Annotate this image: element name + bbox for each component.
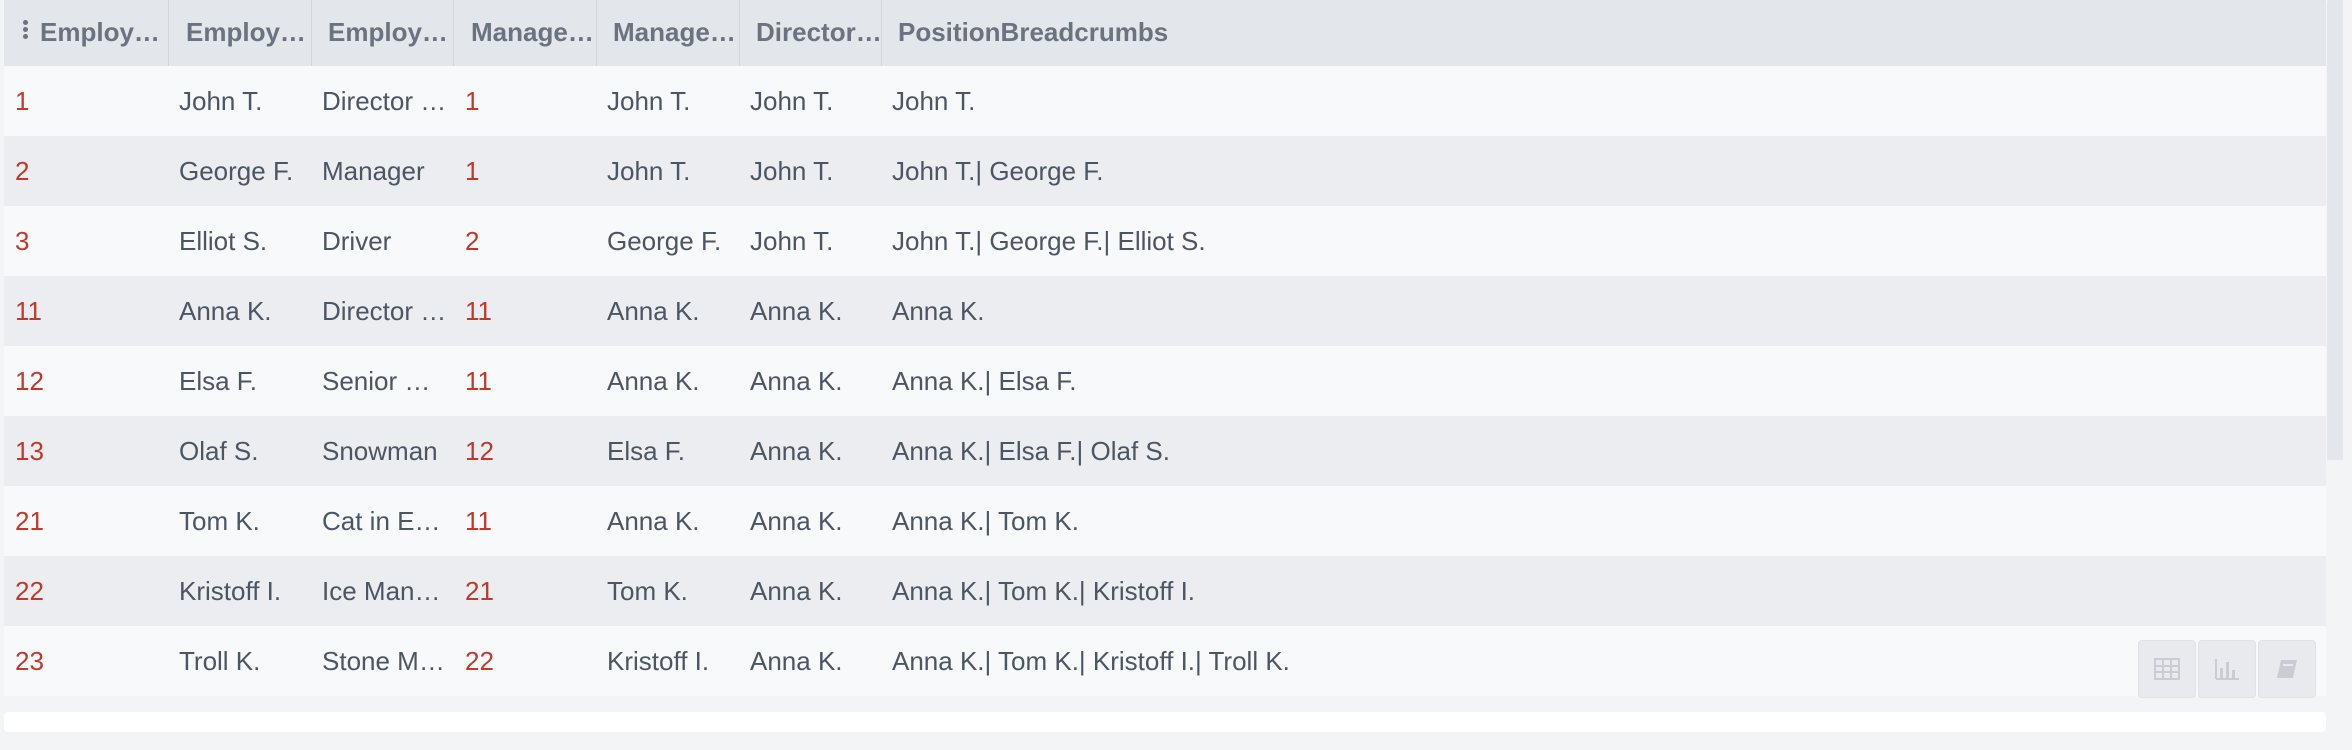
cell-position-breadcrumbs[interactable]: John T. bbox=[892, 66, 1892, 136]
cell-manager-name[interactable]: Anna K. bbox=[607, 346, 739, 416]
cell-manager-id[interactable]: 21 bbox=[465, 556, 595, 626]
cell-director-name[interactable]: Anna K. bbox=[750, 346, 882, 416]
bar-chart-icon bbox=[2215, 659, 2239, 680]
cell-employee-id[interactable]: 12 bbox=[15, 346, 165, 416]
cell-position-breadcrumbs[interactable]: John T.| George F.| Elliot S. bbox=[892, 206, 1892, 276]
cell-manager-name[interactable]: John T. bbox=[607, 136, 739, 206]
results-grid: EmployeeIdEmployeeN…EmployeeTi…ManagerId… bbox=[4, 0, 2326, 700]
column-header-employee-title[interactable]: EmployeeTi… bbox=[328, 0, 456, 66]
cell-manager-id[interactable]: 11 bbox=[465, 276, 595, 346]
column-resize-handle[interactable] bbox=[881, 0, 882, 66]
cell-employee-id[interactable]: 11 bbox=[15, 276, 165, 346]
cell-manager-name[interactable]: Kristoff I. bbox=[607, 626, 739, 696]
table-row[interactable]: 22Kristoff I.Ice Manager21Tom K.Anna K.A… bbox=[4, 556, 2326, 626]
cell-director-name[interactable]: Anna K. bbox=[750, 276, 882, 346]
column-resize-handle[interactable] bbox=[311, 0, 312, 66]
cell-employee-title[interactable]: Director of E… bbox=[322, 276, 448, 346]
horizontal-scrollbar[interactable] bbox=[4, 712, 2326, 732]
column-header-manager-name[interactable]: ManagerNa… bbox=[613, 0, 741, 66]
cell-employee-title[interactable]: Ice Manager bbox=[322, 556, 448, 626]
cell-director-name[interactable]: John T. bbox=[750, 206, 882, 276]
cell-manager-id[interactable]: 1 bbox=[465, 136, 595, 206]
column-resize-handle[interactable] bbox=[168, 0, 169, 66]
table-row[interactable]: 21Tom K.Cat in Europ…11Anna K.Anna K.Ann… bbox=[4, 486, 2326, 556]
cell-manager-name[interactable]: Anna K. bbox=[607, 486, 739, 556]
table-row[interactable]: 1John T.Director of A…1John T.John T.Joh… bbox=[4, 66, 2326, 136]
cell-director-name[interactable]: Anna K. bbox=[750, 626, 882, 696]
cell-employee-name[interactable]: Anna K. bbox=[179, 276, 317, 346]
cell-manager-id[interactable]: 22 bbox=[465, 626, 595, 696]
cell-employee-id[interactable]: 1 bbox=[15, 66, 165, 136]
column-header-director-name[interactable]: DirectorName bbox=[756, 0, 884, 66]
cell-manager-id[interactable]: 12 bbox=[465, 416, 595, 486]
table-row[interactable]: 12Elsa F.Senior Mana…11Anna K.Anna K.Ann… bbox=[4, 346, 2326, 416]
vertical-scroll-thumb[interactable] bbox=[2327, 0, 2343, 460]
table-row[interactable]: 23Troll K.Stone Manager22Kristoff I.Anna… bbox=[4, 626, 2326, 696]
table-icon bbox=[2154, 658, 2180, 680]
cell-employee-id[interactable]: 21 bbox=[15, 486, 165, 556]
table-row[interactable]: 13 Olaf S. Snowman 12 Elsa F. Anna K. Anna K.|… bbox=[4, 416, 2326, 486]
cell-employee-name[interactable]: Kristoff I. bbox=[179, 556, 317, 626]
cell-director-name[interactable]: John T. bbox=[750, 66, 882, 136]
cell-employee-title[interactable]: Driver bbox=[322, 206, 448, 276]
cell-position-breadcrumbs[interactable]: Anna K.| Tom K. bbox=[892, 486, 1892, 556]
table-row[interactable]: 3 Elliot S. Driver 2 George F. John T. John T.… bbox=[4, 206, 2326, 276]
chart-view-button[interactable] bbox=[2198, 640, 2256, 698]
cell-director-name[interactable]: Anna K. bbox=[750, 416, 882, 486]
column-header-position-breadcrumbs[interactable]: PositionBreadcrumbs bbox=[898, 0, 1298, 66]
cell-manager-id[interactable]: 11 bbox=[465, 486, 595, 556]
notebook-view-button[interactable] bbox=[2258, 640, 2316, 698]
cell-manager-name[interactable]: John T. bbox=[607, 66, 739, 136]
cell-employee-id[interactable]: 13 bbox=[15, 416, 165, 486]
cell-director-name[interactable]: Anna K. bbox=[750, 556, 882, 626]
cell-employee-title[interactable]: Stone Manager bbox=[322, 626, 448, 696]
cell-director-name[interactable]: Anna K. bbox=[750, 486, 882, 556]
cell-manager-name[interactable]: Tom K. bbox=[607, 556, 739, 626]
cell-employee-title[interactable]: Senior Mana… bbox=[322, 346, 448, 416]
cell-position-breadcrumbs[interactable]: Anna K.| Tom K.| Kristoff I. bbox=[892, 556, 1892, 626]
cell-employee-name[interactable]: Tom K. bbox=[179, 486, 317, 556]
cell-employee-name[interactable]: Troll K. bbox=[179, 626, 317, 696]
cell-employee-name[interactable]: George F. bbox=[179, 136, 317, 206]
column-resize-handle[interactable] bbox=[596, 0, 597, 66]
cell-employee-id[interactable]: 2 bbox=[15, 136, 165, 206]
cell-employee-title[interactable]: Director of A… bbox=[322, 66, 448, 136]
cell-employee-name[interactable]: Elliot S. bbox=[179, 206, 317, 276]
column-resize-handle[interactable] bbox=[453, 0, 454, 66]
cell-employee-title[interactable]: Snowman bbox=[322, 416, 448, 486]
column-header-employee-name[interactable]: EmployeeN… bbox=[186, 0, 314, 66]
cell-manager-id[interactable]: 11 bbox=[465, 346, 595, 416]
cell-manager-id[interactable]: 1 bbox=[465, 66, 595, 136]
cell-employee-name[interactable]: Elsa F. bbox=[179, 346, 317, 416]
cell-manager-name[interactable]: Anna K. bbox=[607, 276, 739, 346]
cell-employee-name[interactable]: Olaf S. bbox=[179, 416, 317, 486]
cell-employee-id[interactable]: 23 bbox=[15, 626, 165, 696]
table-row[interactable]: 11Anna K.Director of E…11Anna K.Anna K.A… bbox=[4, 276, 2326, 346]
cell-director-name[interactable]: John T. bbox=[750, 136, 882, 206]
cell-manager-id[interactable]: 2 bbox=[465, 206, 595, 276]
table-view-button[interactable] bbox=[2138, 640, 2196, 698]
table-header: EmployeeIdEmployeeN…EmployeeTi…ManagerId… bbox=[4, 0, 2326, 67]
column-menu-icon[interactable] bbox=[23, 20, 29, 40]
cell-manager-name[interactable]: Elsa F. bbox=[607, 416, 739, 486]
book-icon bbox=[2277, 660, 2297, 678]
column-header-employee-id[interactable]: EmployeeId bbox=[40, 0, 170, 66]
cell-employee-title[interactable]: Manager bbox=[322, 136, 448, 206]
column-resize-handle[interactable] bbox=[739, 0, 740, 66]
cell-position-breadcrumbs[interactable]: Anna K.| Elsa F. bbox=[892, 346, 1892, 416]
cell-employee-id[interactable]: 3 bbox=[15, 206, 165, 276]
table-row[interactable]: 2 George F. Manager 1 John T. John T. John T.|… bbox=[4, 136, 2326, 206]
cell-employee-id[interactable]: 22 bbox=[15, 556, 165, 626]
cell-employee-title[interactable]: Cat in Europ… bbox=[322, 486, 448, 556]
cell-position-breadcrumbs[interactable]: Anna K.| Elsa F.| Olaf S. bbox=[892, 416, 1892, 486]
cell-position-breadcrumbs[interactable]: Anna K. bbox=[892, 276, 1892, 346]
cell-employee-name[interactable]: John T. bbox=[179, 66, 317, 136]
cell-manager-name[interactable]: George F. bbox=[607, 206, 739, 276]
column-header-manager-id[interactable]: ManagerId bbox=[471, 0, 599, 66]
cell-position-breadcrumbs[interactable]: Anna K.| Tom K.| Kristoff I.| Troll K. bbox=[892, 626, 1892, 696]
cell-position-breadcrumbs[interactable]: John T.| George F. bbox=[892, 136, 1892, 206]
